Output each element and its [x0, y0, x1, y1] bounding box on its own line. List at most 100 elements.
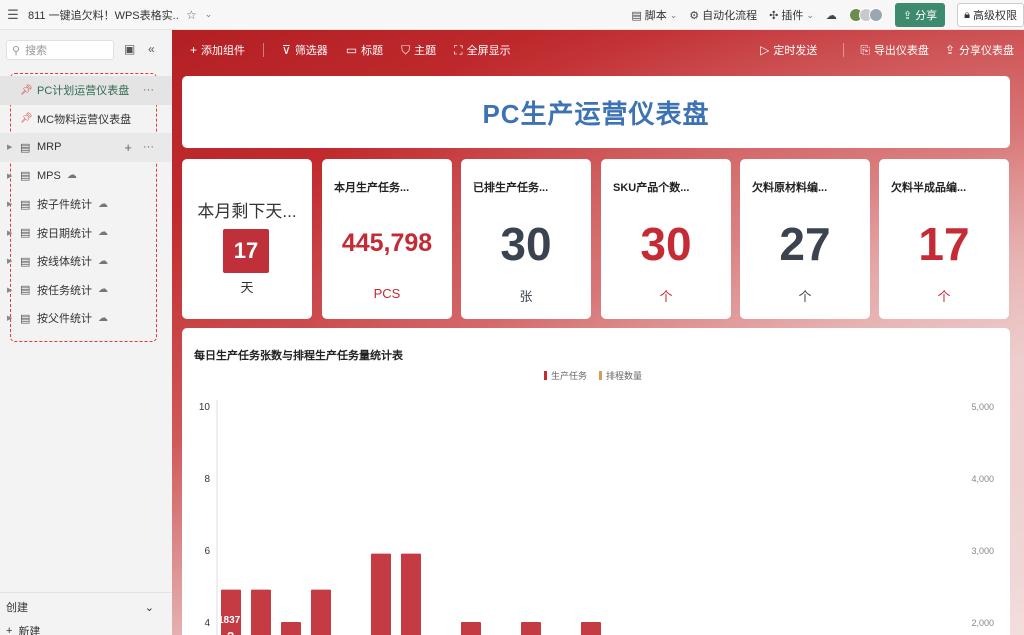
- sidebar-item-by-task[interactable]: ▶ ▤ 按任务统计 ☁: [0, 276, 172, 305]
- cloud-sync-icon[interactable]: ☁: [826, 9, 837, 22]
- expand-arrow-icon[interactable]: ▶: [7, 257, 12, 265]
- kpi-value: 30: [500, 218, 552, 270]
- export-dashboard-button[interactable]: ⎘ 导出仪表盘: [860, 42, 929, 58]
- title-bar: ☰ 811 一键追欠料！WPS表格实... ☆ ⌄ ▤ 脚本 ⌄ ⚙ 自动化流程 ✣ 插…: [0, 0, 1024, 30]
- share-icon: ⇪: [944, 43, 955, 57]
- dashboard-title-card[interactable]: PC生产运营仪表盘: [182, 76, 1010, 148]
- kpi-unit: 个: [937, 289, 951, 304]
- sidebar: ⚲ 搜索 ▣ « 📌︎ PC计划运营仪表盘 ··· 📌︎ MC物料运营仪表盘 ▶…: [0, 30, 172, 635]
- sidebar-item-by-parent[interactable]: ▶ ▤ 按父件统计 ☁: [0, 304, 172, 333]
- expand-arrow-icon[interactable]: ▶: [7, 286, 12, 294]
- chevron-down-icon[interactable]: ⌄: [205, 9, 213, 20]
- expand-arrow-icon[interactable]: ▶: [7, 229, 12, 237]
- advanced-permission-button[interactable]: 🔒︎ 高级权限: [957, 3, 1024, 27]
- kpi-value: 17: [918, 218, 970, 270]
- fullscreen-button[interactable]: ⛶ 全屏显示: [454, 42, 510, 58]
- puzzle-icon: ✣: [769, 9, 779, 22]
- kpi-unit: 张: [519, 289, 533, 304]
- avatar: [868, 8, 883, 22]
- expand-arrow-icon[interactable]: ▶: [7, 200, 12, 208]
- filter-button[interactable]: ⊽ 筛选器: [282, 42, 328, 58]
- automation-button[interactable]: ⚙ 自动化流程: [689, 7, 757, 23]
- bar: [401, 553, 421, 635]
- kpi-label: 本月生产任务...: [334, 182, 410, 194]
- expand-arrow-icon[interactable]: ▶: [7, 314, 12, 322]
- data-label: 2: [227, 629, 234, 635]
- new-button[interactable]: + 新建: [0, 621, 172, 635]
- send-icon: ▷: [760, 43, 770, 57]
- fullscreen-icon: ⛶: [454, 42, 463, 57]
- star-icon[interactable]: ☆: [186, 8, 197, 22]
- lock-icon: 🔒︎: [964, 8, 970, 21]
- y-tick-label-right: 5,000: [971, 402, 994, 412]
- bar: [371, 553, 391, 635]
- y-tick-label-left: 4: [204, 618, 210, 629]
- y-tick-label-right: 3,000: [971, 546, 994, 556]
- plus-icon: +: [6, 625, 13, 635]
- share-icon: ⇪: [902, 9, 913, 22]
- days-left-label: 本月剩下天...: [197, 202, 297, 221]
- kpi-card-semi-finished-shortage[interactable]: 欠料半成品编... 17 个: [879, 159, 1009, 319]
- cloud-icon: ☁: [98, 284, 108, 296]
- sidebar-item-mc-dashboard[interactable]: 📌︎ MC物料运营仪表盘: [0, 105, 172, 134]
- more-icon[interactable]: ···: [143, 141, 154, 153]
- script-icon: ▤: [631, 9, 642, 22]
- sidebar-item-mrp[interactable]: ▶ ▤ MRP + ···: [0, 133, 172, 162]
- bar: [251, 589, 271, 635]
- share-button[interactable]: ⇪ 分享: [894, 3, 946, 27]
- dashboard-title: PC生产运营仪表盘: [482, 98, 710, 129]
- days-left-value: 17: [223, 229, 269, 273]
- cloud-icon: ☁: [98, 312, 108, 324]
- kpi-card-scheduled-tasks[interactable]: 已排生产任务... 30 张: [461, 159, 591, 319]
- data-label: 1837: [218, 615, 241, 626]
- script-button[interactable]: ▤ 脚本 ⌄: [631, 7, 677, 23]
- chevron-down-icon: ⌄: [669, 9, 678, 20]
- bar: [311, 589, 331, 635]
- share-dashboard-button[interactable]: ⇪ 分享仪表盘: [945, 42, 1014, 58]
- add-widget-button[interactable]: + 添加组件: [190, 42, 245, 58]
- table-icon: ▤: [20, 198, 31, 211]
- expand-arrow-icon[interactable]: ▶: [7, 143, 12, 151]
- kpi-card-raw-material-shortage[interactable]: 欠料原材料编... 27 个: [740, 159, 870, 319]
- cloud-icon: ☁: [98, 227, 108, 239]
- heading-button[interactable]: ▭ 标题: [346, 42, 383, 58]
- bar: [281, 622, 301, 635]
- kpi-value: 30: [640, 218, 692, 270]
- layout-icon[interactable]: ▣: [124, 42, 135, 56]
- bar: [521, 622, 541, 635]
- chart-card[interactable]: 每日生产任务张数与排程生产任务量统计表 生产任务 排程数量 10 8 6 4 5,000…: [182, 328, 1010, 635]
- theme-button[interactable]: ⛉ 主题: [401, 42, 436, 58]
- kpi-label: SKU产品个数...: [613, 182, 690, 194]
- search-input[interactable]: ⚲ 搜索: [6, 40, 114, 60]
- kpi-value: 27: [779, 218, 831, 270]
- collaborator-avatars[interactable]: [848, 8, 883, 22]
- table-icon: ▤: [20, 255, 31, 268]
- pin-icon: 📌︎: [20, 84, 33, 96]
- kpi-card-production-tasks[interactable]: 本月生产任务... 445,798 PCS: [322, 159, 452, 319]
- expand-arrow-icon[interactable]: ▶: [7, 172, 12, 180]
- robot-icon: ⚙: [689, 9, 700, 22]
- plus-icon: +: [190, 43, 198, 57]
- sidebar-item-mps[interactable]: ▶ ▤ MPS ☁: [0, 162, 172, 191]
- kpi-label: 欠料原材料编...: [752, 182, 828, 194]
- create-section[interactable]: 创建 ⌄: [0, 593, 172, 621]
- sidebar-item-pc-dashboard[interactable]: 📌︎ PC计划运营仪表盘 ···: [0, 76, 172, 105]
- kpi-card-sku-count[interactable]: SKU产品个数... 30 个: [601, 159, 731, 319]
- document-title[interactable]: 811 一键追欠料！WPS表格实...: [28, 7, 178, 23]
- cloud-icon: ☁: [98, 198, 108, 210]
- sidebar-item-by-date[interactable]: ▶ ▤ 按日期统计 ☁: [0, 219, 172, 248]
- chevron-down-icon: ⌄: [806, 9, 814, 20]
- sidebar-item-by-component[interactable]: ▶ ▤ 按子件统计 ☁: [0, 190, 172, 219]
- plugin-button[interactable]: ✣ 插件 ⌄: [769, 7, 814, 23]
- table-icon: ▤: [20, 312, 31, 325]
- cloud-icon: ☁: [66, 170, 77, 182]
- menu-icon[interactable]: ☰: [6, 7, 20, 23]
- kpi-unit: PCS: [373, 286, 401, 301]
- add-icon[interactable]: +: [124, 140, 132, 155]
- sidebar-item-by-line[interactable]: ▶ ▤ 按线体统计 ☁: [0, 247, 172, 276]
- more-icon[interactable]: ···: [143, 84, 154, 96]
- days-left-card[interactable]: 本月剩下天... 17 天: [182, 159, 312, 319]
- export-icon: ⎘: [860, 42, 870, 57]
- scheduled-send-button[interactable]: ▷ 定时发送: [760, 42, 817, 58]
- collapse-sidebar-icon[interactable]: «: [148, 42, 155, 56]
